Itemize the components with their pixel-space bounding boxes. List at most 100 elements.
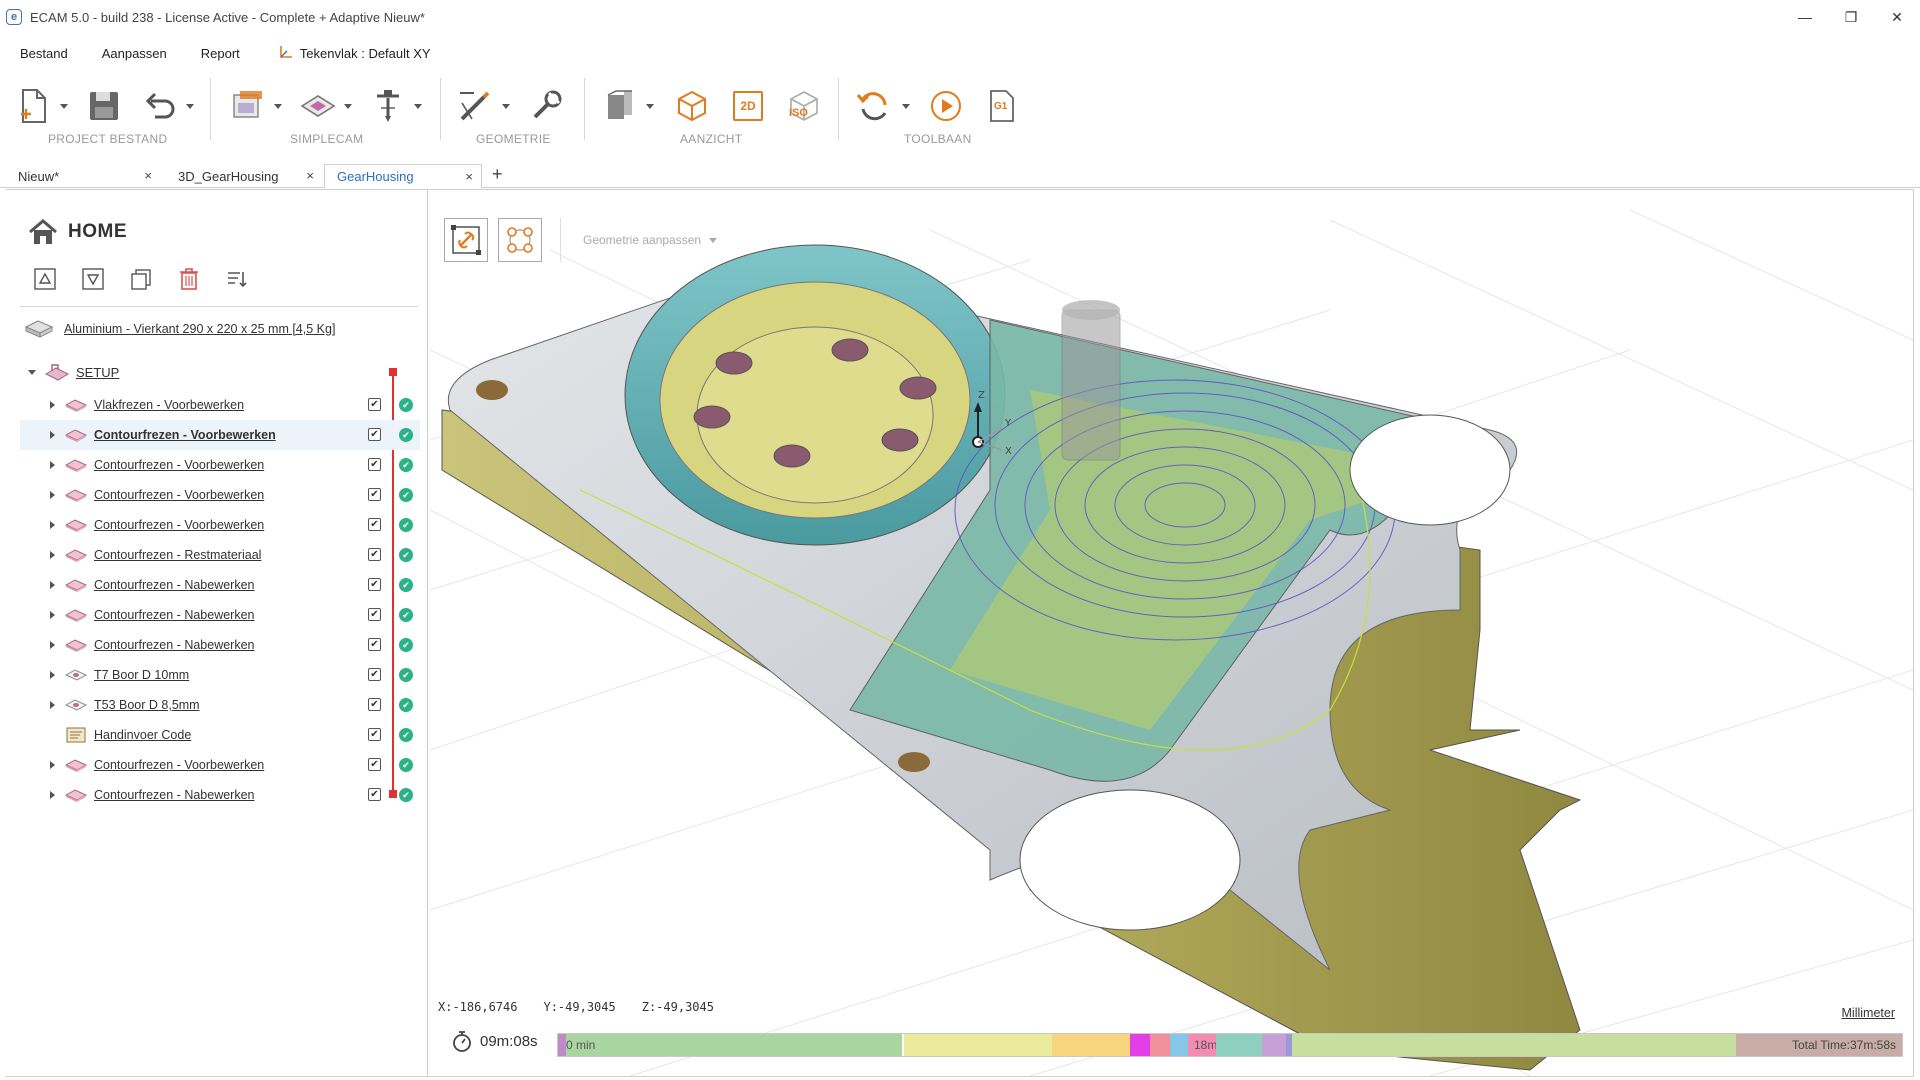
operation-row[interactable]: Contourfrezen - Nabewerken ✔ ✔ (20, 630, 420, 660)
operation-row[interactable]: T7 Boor D 10mm ✔ ✔ (20, 660, 420, 690)
operation-label[interactable]: Contourfrezen - Voorbewerken (94, 458, 264, 472)
expand-arrow-icon[interactable] (50, 791, 55, 799)
timeline-segment[interactable] (1292, 1034, 1736, 1056)
timeline-segment[interactable] (1150, 1034, 1170, 1056)
expand-arrow-icon[interactable] (50, 431, 55, 439)
close-window-button[interactable]: ✕ (1874, 0, 1920, 34)
drill-dropdown-arrow[interactable] (414, 104, 422, 109)
operation-checkbox[interactable]: ✔ (368, 788, 381, 801)
menu-report[interactable]: Report (181, 46, 254, 61)
operation-checkbox[interactable]: ✔ (368, 698, 381, 711)
expand-arrow-icon[interactable] (50, 761, 55, 769)
3d-viewport[interactable]: Z Y X Geometrie aanpassen X:-186,6746 Y:… (430, 190, 1913, 1076)
simplecam-pocket-button[interactable] (296, 84, 340, 128)
operation-row[interactable]: Contourfrezen - Voorbewerken ✔ ✔ (20, 450, 420, 480)
expand-arrow-icon[interactable] (50, 551, 55, 559)
operation-checkbox[interactable]: ✔ (368, 458, 381, 471)
tab-close-button[interactable]: × (306, 168, 314, 183)
pocket-dropdown-arrow[interactable] (344, 104, 352, 109)
operation-row[interactable]: Contourfrezen - Voorbewerken ✔ ✔ (20, 510, 420, 540)
collapse-arrow-icon[interactable] (28, 369, 36, 375)
operation-checkbox[interactable]: ✔ (368, 428, 381, 441)
menu-tekenvlak[interactable]: Tekenvlak : Default XY (254, 44, 445, 63)
timeline-segment[interactable]: 0 min (566, 1034, 902, 1056)
menu-aanpassen[interactable]: Aanpassen (82, 46, 181, 61)
operation-row[interactable]: Contourfrezen - Nabewerken ✔ ✔ (20, 570, 420, 600)
timeline-segment[interactable]: 18m:59s (1188, 1034, 1240, 1056)
select-chain-button[interactable] (444, 218, 488, 262)
tab-3d-gearhousing[interactable]: 3D_GearHousing × (166, 164, 322, 188)
maximize-button[interactable]: ❐ (1828, 0, 1874, 34)
operation-label[interactable]: T53 Boor D 8,5mm (94, 698, 200, 712)
operation-row[interactable]: T53 Boor D 8,5mm ✔ ✔ (20, 690, 420, 720)
select-points-button[interactable] (498, 218, 542, 262)
expand-arrow-icon[interactable] (50, 671, 55, 679)
expand-arrow-icon[interactable] (50, 491, 55, 499)
timeline-segment[interactable] (1130, 1034, 1150, 1056)
operation-label[interactable]: Vlakfrezen - Voorbewerken (94, 398, 244, 412)
contour-dropdown-arrow[interactable] (274, 104, 282, 109)
minimize-button[interactable]: — (1782, 0, 1828, 34)
timeline-segment[interactable] (1262, 1034, 1286, 1056)
operation-row[interactable]: Contourfrezen - Nabewerken ✔ ✔ (20, 780, 420, 810)
simulate-button[interactable] (924, 84, 968, 128)
operation-checkbox[interactable]: ✔ (368, 668, 381, 681)
operation-timeline[interactable]: 0 min 18m:59s Total Time:37m:58s (557, 1033, 1903, 1057)
timeline-segment[interactable] (1052, 1034, 1130, 1056)
undo-dropdown-arrow[interactable] (186, 104, 194, 109)
expand-arrow-icon[interactable] (50, 611, 55, 619)
timeline-segment[interactable] (904, 1034, 1052, 1056)
undo-button[interactable] (138, 84, 182, 128)
operation-label[interactable]: Contourfrezen - Voorbewerken (94, 428, 276, 442)
tab-gearhousing[interactable]: GearHousing × (324, 164, 482, 189)
operation-label[interactable]: Contourfrezen - Nabewerken (94, 788, 255, 802)
simplecam-contour-button[interactable] (226, 84, 270, 128)
move-down-button[interactable] (80, 266, 106, 292)
operation-checkbox[interactable]: ✔ (368, 518, 381, 531)
expand-arrow-icon[interactable] (50, 581, 55, 589)
operation-label[interactable]: Contourfrezen - Voorbewerken (94, 488, 264, 502)
view-dropdown-arrow[interactable] (646, 104, 654, 109)
home-header[interactable]: HOME (28, 218, 127, 246)
operation-checkbox[interactable]: ✔ (368, 578, 381, 591)
operation-checkbox[interactable]: ✔ (368, 638, 381, 651)
simplecam-drill-button[interactable] (366, 84, 410, 128)
operation-label[interactable]: Contourfrezen - Nabewerken (94, 638, 255, 652)
tab-nieuw[interactable]: Nieuw* × (6, 164, 160, 188)
save-button[interactable] (82, 84, 126, 128)
operation-label[interactable]: Contourfrezen - Voorbewerken (94, 758, 264, 772)
units-toggle[interactable]: Millimeter (1842, 1006, 1895, 1020)
generate-gcode-button[interactable]: G1 (980, 84, 1024, 128)
regenerate-toolpath-button[interactable] (852, 84, 896, 128)
delete-operation-button[interactable] (176, 266, 202, 292)
range-start-handle[interactable] (389, 368, 397, 376)
expand-arrow-icon[interactable] (50, 461, 55, 469)
operation-row[interactable]: Contourfrezen - Nabewerken ✔ ✔ (20, 600, 420, 630)
operation-label[interactable]: Handinvoer Code (94, 728, 191, 742)
part-model-view[interactable]: Z Y X (430, 190, 1913, 1076)
operation-label[interactable]: Contourfrezen - Nabewerken (94, 608, 255, 622)
timeline-total-segment[interactable]: Total Time:37m:58s (1736, 1034, 1902, 1056)
operation-row[interactable]: Contourfrezen - Voorbewerken ✔ ✔ (20, 480, 420, 510)
timeline-segment[interactable] (1216, 1034, 1262, 1056)
tab-close-button[interactable]: × (144, 168, 152, 183)
geometry-dropdown-arrow[interactable] (502, 104, 510, 109)
operation-checkbox[interactable]: ✔ (368, 728, 381, 741)
expand-arrow-icon[interactable] (50, 701, 55, 709)
operation-checkbox[interactable]: ✔ (368, 758, 381, 771)
operation-row[interactable]: Contourfrezen - Restmateriaal ✔ ✔ (20, 540, 420, 570)
copy-operation-button[interactable] (128, 266, 154, 292)
view-iso-button[interactable]: ISO (782, 84, 826, 128)
operation-label[interactable]: T7 Boor D 10mm (94, 668, 189, 682)
operation-row[interactable]: Handinvoer Code ✔ ✔ (20, 720, 420, 750)
expand-arrow-icon[interactable] (50, 641, 55, 649)
new-project-button[interactable] (12, 84, 56, 128)
geometry-adjust-dropdown[interactable]: Geometrie aanpassen (583, 233, 718, 247)
timeline-segment[interactable] (1170, 1034, 1188, 1056)
operation-checkbox[interactable]: ✔ (368, 398, 381, 411)
operation-row[interactable]: Contourfrezen - Voorbewerken ✔ ✔ (20, 750, 420, 780)
toolpath-dropdown-arrow[interactable] (902, 104, 910, 109)
operation-checkbox[interactable]: ✔ (368, 548, 381, 561)
view-orientation-button[interactable] (598, 84, 642, 128)
view-2d-button[interactable]: 2D (726, 84, 770, 128)
